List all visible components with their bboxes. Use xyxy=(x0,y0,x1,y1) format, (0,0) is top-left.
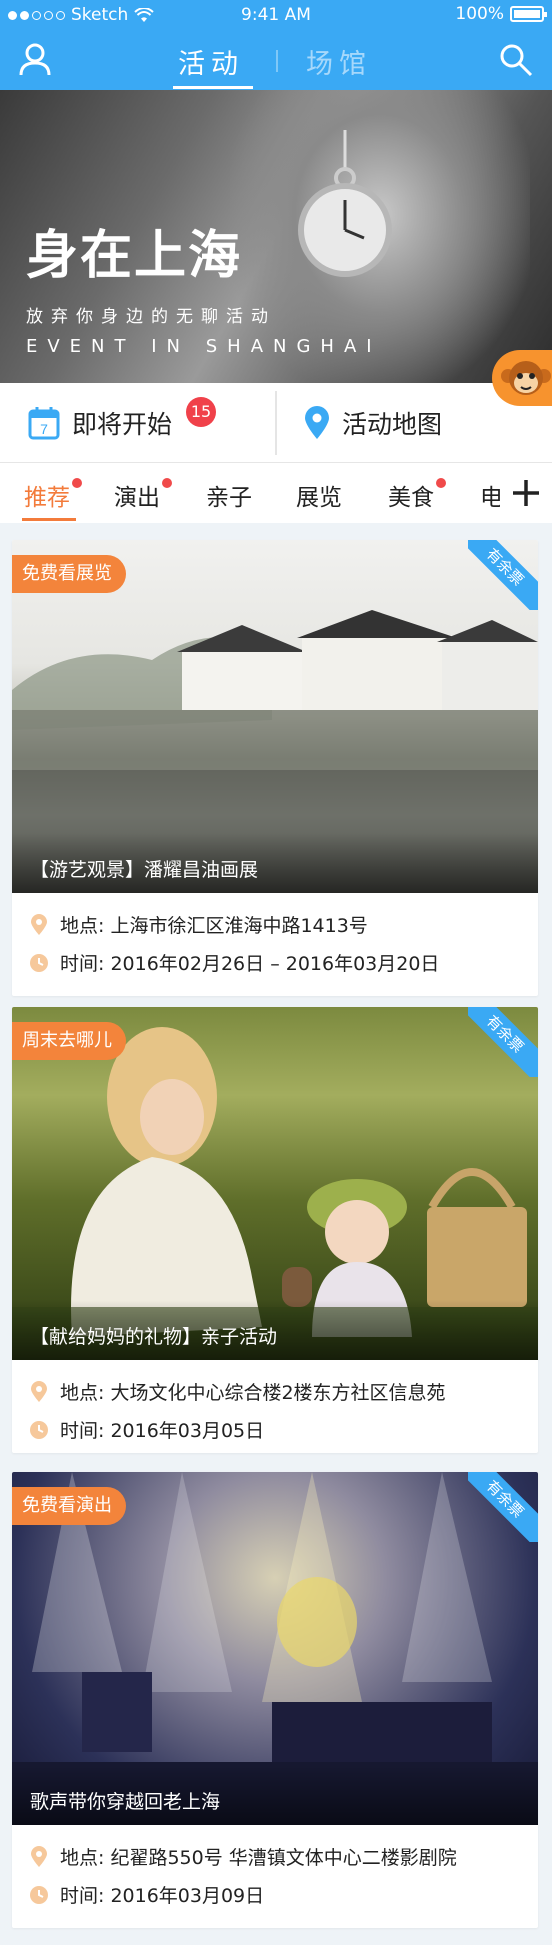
event-title: 歌声带你穿越回老上海 xyxy=(30,1791,221,1813)
event-location: 地点: 大场文化中心综合楼2楼东方社区信息苑 xyxy=(28,1378,446,1405)
tab-active-underline xyxy=(173,86,253,89)
location-pin-icon xyxy=(31,913,47,935)
hero-title: 身在上海 xyxy=(26,226,243,286)
event-caption: 歌声带你穿越回老上海 xyxy=(12,1765,538,1825)
upcoming-button[interactable]: 7 即将开始 xyxy=(28,383,172,463)
category-label: 演出 xyxy=(114,485,160,511)
monkey-icon xyxy=(501,361,551,395)
location-pin-icon xyxy=(31,1380,47,1402)
category-label: 展览 xyxy=(296,485,342,511)
time-text: 时间: 2016年02月26日 – 2016年03月20日 xyxy=(60,953,440,975)
event-time: 时间: 2016年03月05日 xyxy=(28,1416,264,1443)
tickets-ribbon: 有余票 xyxy=(468,1472,538,1542)
event-info: 地点: 纪翟路550号 华漕镇文体中心二楼影剧院 时间: 2016年03月09日 xyxy=(12,1825,538,1928)
event-time: 时间: 2016年03月09日 xyxy=(28,1881,264,1908)
upcoming-count-badge: 15 xyxy=(186,397,216,427)
new-dot xyxy=(162,478,172,488)
event-card[interactable]: 免费看展览 有余票 【游艺观景】潘耀昌油画展 地点: 上海市徐汇区淮海中路141… xyxy=(12,540,538,996)
category-tabs: 推荐 演出 亲子 展览 美食 电 xyxy=(0,463,552,523)
event-tag: 免费看展览 xyxy=(12,555,126,593)
hero-subtitle: 放弃你身边的无聊活动 xyxy=(26,307,276,327)
hero-banner[interactable]: 身在上海 放弃你身边的无聊活动 EVENT IN SHANGHAI xyxy=(0,90,552,383)
quick-divider xyxy=(275,391,277,455)
header-nav: 活动 场馆 xyxy=(0,30,552,90)
tab-venues[interactable]: 场馆 xyxy=(306,42,372,81)
battery-percent: 100% xyxy=(455,4,504,24)
category-active-underline xyxy=(22,518,76,521)
add-category-button[interactable] xyxy=(500,463,552,523)
activity-map-label: 活动地图 xyxy=(342,410,443,439)
user-icon[interactable] xyxy=(18,42,52,76)
location-text: 地点: 纪翟路550号 华漕镇文体中心二楼影剧院 xyxy=(60,1847,457,1869)
new-dot xyxy=(436,478,446,488)
status-battery: 100% xyxy=(455,4,547,24)
event-location: 地点: 上海市徐汇区淮海中路1413号 xyxy=(28,911,368,938)
pocket-watch-icon xyxy=(298,130,392,277)
event-info: 地点: 大场文化中心综合楼2楼东方社区信息苑 时间: 2016年03月05日 xyxy=(12,1360,538,1453)
event-location: 地点: 纪翟路550号 华漕镇文体中心二楼影剧院 xyxy=(28,1843,457,1870)
clock-icon xyxy=(30,1420,48,1439)
clock-icon xyxy=(30,953,48,972)
location-text: 地点: 上海市徐汇区淮海中路1413号 xyxy=(60,915,368,937)
event-title: 【游艺观景】潘耀昌油画展 xyxy=(30,859,259,881)
calendar-day: 7 xyxy=(40,421,48,437)
plus-icon xyxy=(513,480,539,506)
battery-icon xyxy=(510,6,547,22)
calendar-icon: 7 xyxy=(28,407,60,440)
ribbon-text: 有余票 xyxy=(468,540,538,610)
category-tab-shows[interactable]: 演出 xyxy=(114,478,172,512)
tickets-ribbon: 有余票 xyxy=(468,540,538,610)
category-label: 美食 xyxy=(388,485,434,511)
event-caption: 【游艺观景】潘耀昌油画展 xyxy=(12,833,538,893)
tickets-ribbon: 有余票 xyxy=(468,1007,538,1077)
quick-actions: 7 即将开始 15 活动地图 xyxy=(0,383,552,463)
event-caption: 【献给妈妈的礼物】亲子活动 xyxy=(12,1300,538,1360)
ribbon-text: 有余票 xyxy=(468,1007,538,1077)
event-info: 地点: 上海市徐汇区淮海中路1413号 时间: 2016年02月26日 – 20… xyxy=(12,893,538,996)
location-text: 地点: 大场文化中心综合楼2楼东方社区信息苑 xyxy=(60,1382,446,1404)
tab-separator xyxy=(276,50,278,72)
category-tab-food[interactable]: 美食 xyxy=(388,478,446,512)
event-card[interactable]: 周末去哪儿 有余票 【献给妈妈的礼物】亲子活动 地点: 大场文化中心综合楼2楼东… xyxy=(12,1007,538,1453)
new-dot xyxy=(72,478,82,488)
status-bar: Sketch 9:41 AM 100% xyxy=(0,0,552,30)
hero-subtitle-en: EVENT IN SHANGHAI xyxy=(26,336,382,357)
event-card[interactable]: 免费看演出 有余票 歌声带你穿越回老上海 地点: 纪翟路550号 华漕镇文体中心… xyxy=(12,1472,538,1928)
top-bar: Sketch 9:41 AM 100% 活动 场馆 xyxy=(0,0,552,90)
time-text: 时间: 2016年03月05日 xyxy=(60,1420,265,1442)
time-text: 时间: 2016年03月09日 xyxy=(60,1885,265,1907)
location-pin-icon xyxy=(31,1845,47,1867)
ribbon-text: 有余票 xyxy=(468,1472,538,1542)
category-label: 亲子 xyxy=(206,485,252,511)
event-tag: 周末去哪儿 xyxy=(12,1022,126,1060)
category-tab-exhibitions[interactable]: 展览 xyxy=(296,478,342,512)
location-pin-icon xyxy=(305,406,329,439)
upcoming-label: 即将开始 xyxy=(72,410,173,439)
category-tab-recommended[interactable]: 推荐 xyxy=(24,478,82,512)
category-label: 推荐 xyxy=(24,485,70,511)
activity-map-button[interactable]: 活动地图 xyxy=(304,383,442,463)
clock-icon xyxy=(30,1885,48,1904)
tab-activities[interactable]: 活动 xyxy=(178,42,244,81)
event-tag: 免费看演出 xyxy=(12,1487,126,1525)
category-tab-family[interactable]: 亲子 xyxy=(206,478,252,512)
monkey-mascot-button[interactable] xyxy=(492,350,552,406)
event-title: 【献给妈妈的礼物】亲子活动 xyxy=(30,1326,278,1348)
search-icon[interactable] xyxy=(498,42,534,78)
event-time: 时间: 2016年02月26日 – 2016年03月20日 xyxy=(28,949,439,976)
